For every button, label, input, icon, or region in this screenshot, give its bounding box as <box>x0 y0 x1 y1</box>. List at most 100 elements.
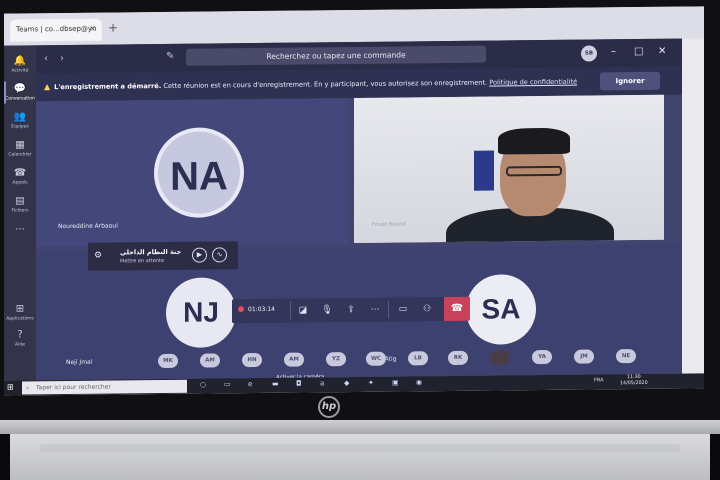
chrome-icon[interactable]: ◉ <box>416 378 422 386</box>
participant-tile-na[interactable]: NA Noureddine Arbaoui <box>36 98 348 247</box>
divider <box>290 301 291 320</box>
overflow-avatar[interactable]: YA <box>532 349 552 365</box>
windows-start-icon[interactable]: ⊞ <box>7 383 14 392</box>
compose-icon[interactable]: ✎ <box>166 51 174 62</box>
apps-icon: ⊞ <box>15 303 25 315</box>
amazon-icon[interactable]: a <box>320 379 324 387</box>
call-timer: 01:03:14 <box>238 306 275 313</box>
overflow-avatar[interactable]: AM <box>200 353 220 368</box>
ignore-button[interactable]: Ignorer <box>600 71 660 91</box>
clock-date: 14/05/2020 <box>620 380 648 387</box>
rail-item-calendar[interactable]: ▦ Calendrier <box>4 139 36 157</box>
taskbar-search-placeholder: Taper ici pour rechercher <box>36 383 111 392</box>
rail-item-activity[interactable]: 🔔 Activité <box>4 55 36 73</box>
participant-avatar: NA <box>154 127 244 219</box>
video-person-hair <box>498 127 570 155</box>
overflow-avatar-photo[interactable] <box>490 350 510 365</box>
recording-icon <box>238 306 244 313</box>
avatar[interactable]: SB <box>581 45 597 62</box>
back-icon[interactable]: ‹ <box>44 53 48 64</box>
privacy-link[interactable]: Politique de confidentialité <box>489 78 577 87</box>
rail-item-label: Applications <box>6 316 34 322</box>
camera-off-icon[interactable]: ◪ <box>294 302 312 318</box>
teams-app: 🔔 Activité 💬 Conversation 👥 Équipes ▦ Ca… <box>4 38 682 381</box>
rail-item-label: Calendrier <box>8 152 32 158</box>
edge-icon[interactable]: e <box>248 380 252 388</box>
rail-item-files[interactable]: ▤ Fichiers <box>4 195 36 213</box>
task-view-icon[interactable]: ○ <box>200 381 206 389</box>
rail-item-label: Fichiers <box>11 208 29 214</box>
resume-icon[interactable]: ▶ <box>192 247 207 263</box>
rail-item-more[interactable]: ... <box>4 221 36 233</box>
mic-off-icon[interactable]: 🎙 <box>318 302 336 318</box>
rail-item-calls[interactable]: ☎ Appels <box>4 167 36 185</box>
dropbox-icon[interactable]: ◆ <box>344 379 349 387</box>
overflow-avatar[interactable]: YZ <box>326 352 346 367</box>
overflow-avatar[interactable]: MK <box>158 353 178 369</box>
participant-avatar-nj[interactable]: NJ <box>166 277 236 348</box>
overflow-avatar[interactable]: WC <box>366 351 386 366</box>
video-wall-frame <box>474 150 494 191</box>
taskbar-search-input[interactable]: ⌕ Taper ici pour rechercher <box>22 379 187 395</box>
overflow-avatar[interactable]: JM <box>574 349 594 364</box>
minimize-icon[interactable]: – <box>611 46 616 57</box>
photo-of-laptop: Teams | co...dbsep@yn × + 🔔 Activité 💬 C… <box>0 0 720 480</box>
org-icon: ⚙ <box>94 250 103 261</box>
rail-item-apps[interactable]: ⊞ Applications <box>4 303 36 321</box>
overflow-avatar[interactable]: RK <box>448 350 468 366</box>
warning-icon: ▲ <box>44 82 51 92</box>
new-tab-icon[interactable]: + <box>108 20 118 34</box>
overflow-avatar[interactable]: HN <box>242 352 262 368</box>
timer-value: 01:03:14 <box>248 305 275 314</box>
overflow-avatar[interactable]: NE <box>616 349 636 364</box>
participant-name: Noureddine Arbaoui <box>58 222 118 231</box>
browser-tab[interactable]: Teams | co...dbsep@yn × <box>10 18 102 42</box>
calendar-icon: ▦ <box>15 139 25 151</box>
rail-item-label: Conversation <box>5 96 35 102</box>
browser-tab-title: Teams | co...dbsep@yn <box>16 24 97 34</box>
app-rail: 🔔 Activité 💬 Conversation 👥 Équipes ▦ Ca… <box>4 45 36 381</box>
file-icon: ▤ <box>15 195 25 207</box>
rail-item-label: Aide <box>15 342 25 348</box>
chat-icon[interactable]: ▭ <box>394 301 412 317</box>
call-status: Mettre en attente <box>120 257 165 265</box>
participant-avatar-sa[interactable]: SA <box>466 274 536 345</box>
close-icon[interactable]: ✕ <box>658 46 666 57</box>
hang-up-button[interactable]: ☎ <box>444 296 470 322</box>
rail-item-label: Appels <box>12 180 28 186</box>
share-screen-icon[interactable]: ⇪ <box>342 302 360 318</box>
laptop-hinge <box>0 420 720 434</box>
phone-icon: ☎ <box>13 167 27 179</box>
forward-icon[interactable]: › <box>60 53 64 64</box>
participant-name: Foued Bouzid <box>372 221 406 228</box>
divider <box>388 300 389 319</box>
overflow-avatar[interactable]: AM <box>284 352 304 367</box>
mini-call-panel[interactable]: ⚙ جنة النظام الداخلي Mettre en attente ▶… <box>88 241 238 271</box>
task-switch-icon[interactable]: ▭ <box>224 380 231 388</box>
bell-icon: 🔔 <box>13 55 27 67</box>
video-person-glasses <box>506 165 562 177</box>
teams-taskbar-icon[interactable]: ▣ <box>392 379 399 387</box>
rail-item-teams[interactable]: 👥 Équipes <box>4 111 36 129</box>
more-options-icon[interactable]: ⋯ <box>366 302 384 318</box>
search-input[interactable]: Recherchez ou tapez une commande <box>186 45 486 66</box>
close-tab-icon[interactable]: × <box>89 24 96 33</box>
maximize-icon[interactable]: □ <box>634 46 643 57</box>
rail-item-conversation[interactable]: 💬 Conversation <box>4 83 36 101</box>
overflow-avatar[interactable]: LB <box>408 351 428 366</box>
rail-item-help[interactable]: ? Aide <box>4 329 36 347</box>
call-back-icon[interactable]: ∿ <box>212 247 227 263</box>
participant-name: Neji Jmal <box>66 358 93 367</box>
folder-icon[interactable]: ▬ <box>272 380 279 388</box>
banner-bold: L'enregistrement a démarré. <box>54 82 162 92</box>
rail-item-label: Équipes <box>11 124 29 130</box>
store-icon[interactable]: ◘ <box>296 380 302 388</box>
taskbar-clock[interactable]: 11:30 14/05/2020 <box>620 375 648 387</box>
search-icon: ⌕ <box>26 384 30 392</box>
app-icon[interactable]: ✦ <box>368 379 374 387</box>
hp-logo: hp <box>318 396 340 418</box>
language-indicator[interactable]: FRA <box>594 377 604 383</box>
participant-video-tile[interactable]: Foued Bouzid <box>354 94 664 243</box>
call-controls-bar: 01:03:14 ◪ 🎙 ⇪ ⋯ ▭ ⚇ ☎ <box>232 296 470 324</box>
participants-icon[interactable]: ⚇ <box>418 301 436 317</box>
